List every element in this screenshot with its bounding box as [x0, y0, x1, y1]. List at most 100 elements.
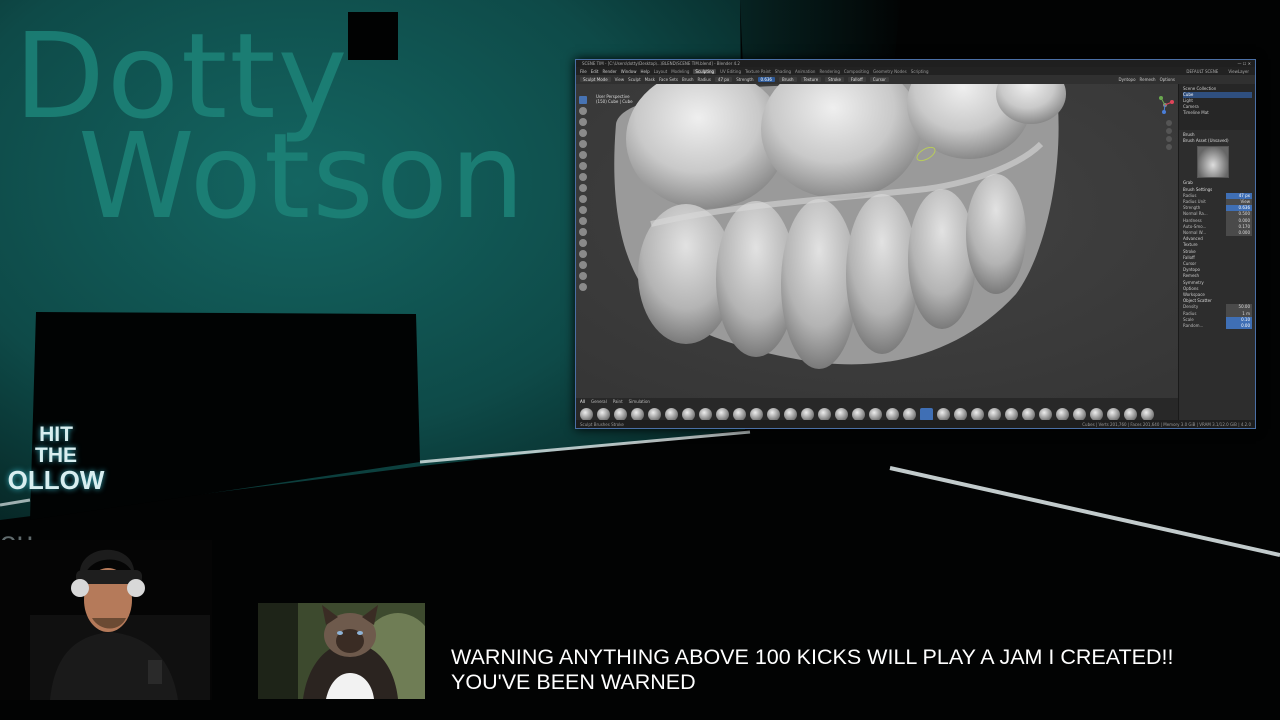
flatten-brush-icon[interactable] [579, 151, 587, 159]
window-titlebar[interactable]: SCENE TIM - [C:\Users\dotty\Desktop\...\… [576, 60, 1255, 67]
menu-render[interactable]: Render [602, 69, 616, 74]
outliner-row[interactable]: Timeline Mat [1183, 110, 1252, 116]
cat-webcam [258, 603, 425, 699]
tab-sculpting[interactable]: Sculpting [693, 68, 717, 74]
radius-label: Radius [697, 77, 711, 82]
menu-mask[interactable]: Mask [645, 77, 655, 82]
shelf-tab-all[interactable]: All [580, 399, 585, 404]
grab-brush-icon[interactable] [579, 162, 587, 170]
brush-menu-button[interactable]: Brush [778, 77, 797, 82]
status-left: Sculpt Brushes Stroke [580, 421, 624, 427]
scene-selector[interactable]: DEFAULT SCENE [1186, 69, 1224, 74]
menu-view[interactable]: View [615, 77, 625, 82]
menu-edit[interactable]: Edit [591, 69, 599, 74]
property-label: Random... [1183, 323, 1204, 329]
pan-icon[interactable] [1166, 128, 1172, 134]
sculpt-toolbar [579, 96, 588, 291]
tab-scripting[interactable]: Scripting [911, 69, 929, 74]
menu-help[interactable]: Help [640, 69, 649, 74]
brush-thumbnail[interactable] [1197, 146, 1229, 179]
window-controls-icon[interactable]: — ☐ ✕ [1238, 60, 1251, 67]
follow-sign: HIT THE OLLOW [0, 424, 112, 494]
ortho-toggle-icon[interactable] [1166, 144, 1172, 150]
follow-sign-line: HIT [39, 423, 73, 446]
snake-hook-icon[interactable] [579, 173, 587, 181]
3d-viewport[interactable]: User Perspective (150) Cube | Cube [576, 84, 1178, 398]
cursor-menu-button[interactable]: Cursor [869, 77, 889, 82]
normal-weight-field[interactable]: 0.000 [1226, 230, 1252, 237]
menu-window[interactable]: Window [621, 69, 637, 74]
mode-dropdown[interactable]: Sculpt Mode [580, 77, 611, 82]
follow-sign-line: OLLOW [7, 465, 105, 495]
properties-panel: Scene Collection Cube Light Camera Timel… [1178, 84, 1255, 420]
wall-window [348, 12, 398, 60]
brush-tool-icon[interactable] [579, 96, 587, 104]
tool-header: Sculpt Mode View Sculpt Mask Face Sets B… [576, 75, 1255, 84]
sculpt-mesh [576, 84, 1178, 398]
warning-message: WARNING ANYTHING ABOVE 100 KICKS WILL PL… [451, 645, 1173, 695]
random-field[interactable]: 0.00 [1226, 323, 1252, 330]
tab-compositing[interactable]: Compositing [844, 69, 869, 74]
view-layer-selector[interactable]: ViewLayer [1228, 69, 1255, 74]
shelf-tabs: All General Paint Simulation [576, 398, 1178, 405]
remesh-menu[interactable]: Remesh [1140, 77, 1156, 82]
mask-brush-icon[interactable] [579, 184, 587, 192]
line-project-icon[interactable] [579, 228, 587, 236]
navigation-gizmo-icon[interactable] [1156, 96, 1174, 114]
tab-layout[interactable]: Layout [654, 69, 668, 74]
trim-tool-icon[interactable] [579, 217, 587, 225]
warning-line2: YOU'VE BEEN WARNED [451, 670, 696, 694]
outliner: Scene Collection Cube Light Camera Timel… [1179, 84, 1255, 130]
crease-brush-icon[interactable] [579, 140, 587, 148]
tab-uv-editing[interactable]: UV Editing [720, 69, 741, 74]
tab-modeling[interactable]: Modeling [671, 69, 689, 74]
texture-menu-button[interactable]: Texture [800, 77, 822, 82]
box-mask-icon[interactable] [579, 195, 587, 203]
status-bar: Sculpt Brushes Stroke Cubes | Verts 201,… [576, 420, 1255, 428]
face-set-icon[interactable] [579, 206, 587, 214]
clay-brush-icon[interactable] [579, 118, 587, 126]
annotate-tool-icon[interactable] [579, 283, 587, 291]
radius-field[interactable]: 47 px [714, 77, 733, 82]
viewport-object-label: (150) Cube | Cube [596, 99, 633, 104]
status-right: Cubes | Verts 201,760 | Faces 201,640 | … [1082, 421, 1251, 427]
follow-sign-line: THE [35, 444, 77, 467]
tab-geometry-nodes[interactable]: Geometry Nodes [873, 69, 907, 74]
strength-label: Strength [736, 77, 754, 82]
blender-window[interactable]: SCENE TIM - [C:\Users\dotty\Desktop\...\… [575, 59, 1256, 429]
strength-field[interactable]: 0.636 [757, 77, 775, 82]
zoom-icon[interactable] [1166, 120, 1172, 126]
brush-properties: Brush Brush Asset (Unsaved) Grab Brush S… [1179, 130, 1255, 331]
top-menubar: File Edit Render Window Help Layout Mode… [576, 67, 1255, 75]
menu-file[interactable]: File [580, 69, 587, 74]
stroke-menu-button[interactable]: Stroke [825, 77, 844, 82]
stream-overlay: Dotty Wotson HIT THE OLLOW ou SCENE TIM … [0, 0, 1280, 720]
viewport-info: User Perspective (150) Cube | Cube [596, 94, 633, 104]
options-menu[interactable]: Options [1160, 77, 1255, 82]
draw-brush-icon[interactable] [579, 107, 587, 115]
tab-rendering[interactable]: Rendering [819, 69, 839, 74]
rotate-tool-icon[interactable] [579, 261, 587, 269]
move-tool-icon[interactable] [579, 250, 587, 258]
mesh-filter-icon[interactable] [579, 239, 587, 247]
window-title: SCENE TIM - [C:\Users\dotty\Desktop\...\… [582, 61, 740, 66]
brush-shelf-icons [576, 405, 1178, 421]
shelf-tab-simulation[interactable]: Simulation [629, 399, 650, 404]
shelf-tab-paint[interactable]: Paint [613, 399, 623, 404]
menu-sculpt[interactable]: Sculpt [628, 77, 641, 82]
tab-animation[interactable]: Animation [795, 69, 815, 74]
tab-texture-paint[interactable]: Texture Paint [745, 69, 771, 74]
streamer-webcam [0, 540, 212, 700]
menu-brush[interactable]: Brush [682, 77, 694, 82]
brush-asset-header[interactable]: Brush Asset (Unsaved) [1183, 138, 1252, 144]
property-row: Random... 0.00 [1183, 323, 1252, 330]
tab-shading[interactable]: Shading [775, 69, 791, 74]
brand-title-line2: Wotson [78, 107, 527, 245]
camera-view-icon[interactable] [1166, 136, 1172, 142]
smooth-brush-icon[interactable] [579, 129, 587, 137]
shelf-tab-general[interactable]: General [591, 399, 607, 404]
menu-face-sets[interactable]: Face Sets [659, 77, 678, 82]
scale-tool-icon[interactable] [579, 272, 587, 280]
dyntopo-toggle[interactable]: Dyntopo [1119, 77, 1136, 82]
falloff-menu-button[interactable]: Falloff [847, 77, 866, 82]
